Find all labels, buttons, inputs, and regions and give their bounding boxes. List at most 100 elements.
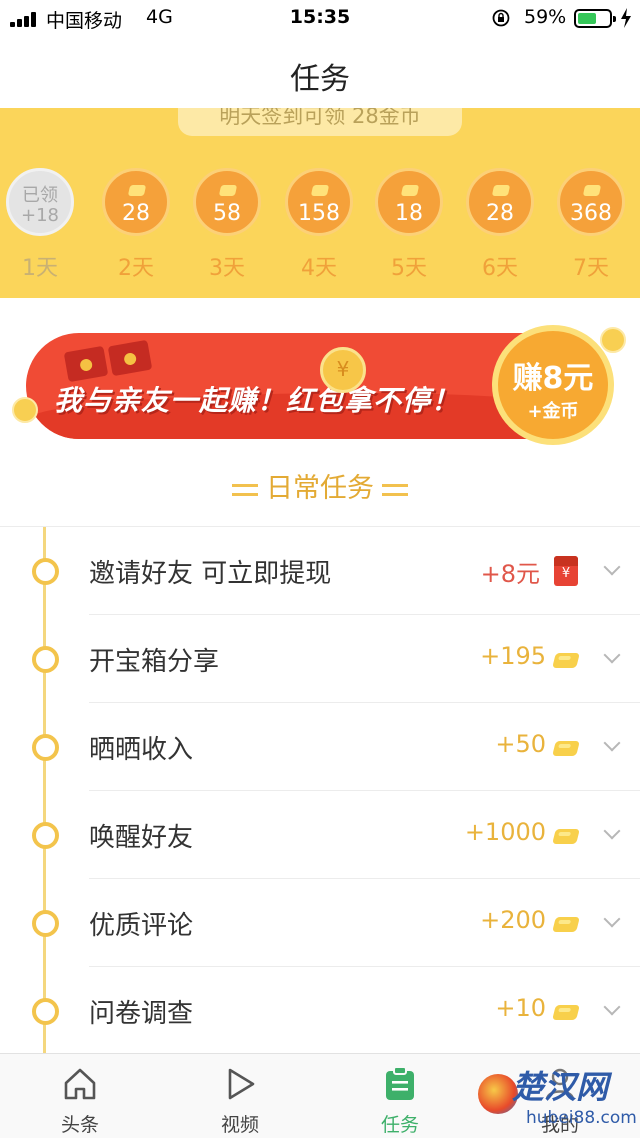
task-name: 优质评论 <box>89 911 194 941</box>
gold-bar-icon <box>218 185 238 196</box>
banner-sub: +金币 <box>527 401 579 422</box>
home-icon <box>64 1068 96 1100</box>
task-name: 邀请好友 可立即提现 <box>89 559 332 589</box>
tab-headlines[interactable]: 头条 <box>0 1054 160 1138</box>
task-row[interactable]: 开宝箱分享 +195 <box>0 615 640 703</box>
chevron-down-icon[interactable] <box>603 558 621 576</box>
checkin-coin-value: 368 <box>570 201 612 226</box>
coin-icon <box>12 397 38 423</box>
battery-icon <box>574 9 616 28</box>
chevron-down-icon[interactable] <box>603 734 621 752</box>
watermark-domain: hubei88.com <box>526 1108 637 1128</box>
checkin-coin: 158 <box>285 168 353 236</box>
tab-label: 视频 <box>220 1114 259 1136</box>
task-name: 问卷调查 <box>89 999 194 1029</box>
checkin-coin-value: 18 <box>395 201 423 226</box>
checkin-day-label: 3天 <box>209 256 245 281</box>
chevron-down-icon[interactable] <box>603 998 621 1016</box>
chevron-down-icon[interactable] <box>603 910 621 928</box>
banner-slogan: 我与亲友一起赚！红包拿不停！ <box>54 384 461 417</box>
gold-bar-icon <box>582 185 602 196</box>
checkin-day-5[interactable]: 18 5天 <box>374 168 444 282</box>
tab-tasks[interactable]: 任务 <box>320 1054 480 1138</box>
checkin-day-label: 6天 <box>482 256 518 281</box>
timeline-dot <box>32 558 59 585</box>
checkin-coin-value: 158 <box>298 201 340 226</box>
task-name: 晒晒收入 <box>89 735 194 765</box>
timeline-dot <box>32 646 59 673</box>
clipboard-icon <box>386 1066 414 1100</box>
heading-decoration <box>232 483 258 496</box>
gold-coin-icon <box>552 917 580 932</box>
checkin-ribbon: 明天签到可领 28金币 <box>178 108 462 136</box>
gold-coin-icon <box>552 829 580 844</box>
tab-label: 头条 <box>60 1114 99 1136</box>
timeline-dot <box>32 910 59 937</box>
page-title: 任务 <box>290 62 350 97</box>
checkin-day-label: 1天 <box>22 256 58 281</box>
timeline-dot <box>32 734 59 761</box>
banner-reward-badge[interactable]: 赚8元 +金币 <box>492 325 614 445</box>
checkin-panel: 明天签到可领 28金币 已领 +18 1天 28 2天 58 3天 158 4天… <box>0 108 640 298</box>
checkin-coin: 28 <box>102 168 170 236</box>
task-reward: +10 <box>495 994 546 1022</box>
task-row[interactable]: 问卷调查 +10 <box>0 967 640 1053</box>
task-reward: +1000 <box>464 818 546 846</box>
task-row[interactable]: 晒晒收入 +50 <box>0 703 640 791</box>
section-title-text: 日常任务 <box>266 473 374 504</box>
chevron-down-icon[interactable] <box>603 646 621 664</box>
checkin-coin-claimed: 已领 +18 <box>6 168 74 236</box>
checkin-coin: 58 <box>193 168 261 236</box>
coin-icon <box>600 327 626 353</box>
status-bar: 中国移动 4G 15:35 59% <box>0 0 640 36</box>
checkin-coin-value: 58 <box>213 201 241 226</box>
invite-banner[interactable]: 我与亲友一起赚！红包拿不停！ ¥ 赚8元 +金币 <box>12 325 626 445</box>
task-row[interactable]: 唤醒好友 +1000 <box>0 791 640 879</box>
task-name: 开宝箱分享 <box>89 647 220 677</box>
task-list: 邀请好友 可立即提现 +8元 ¥ 开宝箱分享 +195 晒晒收入 +50 唤醒好… <box>0 526 640 1053</box>
charging-icon <box>621 8 631 28</box>
section-heading: 日常任务 <box>0 466 640 505</box>
task-reward: +195 <box>480 642 546 670</box>
gold-coin-icon <box>552 741 580 756</box>
yuan-coin-icon: ¥ <box>320 347 366 393</box>
battery-percent: 59% <box>524 6 567 28</box>
watermark-brand: 楚汉网 <box>512 1068 609 1106</box>
heading-decoration <box>382 483 408 496</box>
checkin-day-2[interactable]: 28 2天 <box>101 168 171 282</box>
timeline-dot <box>32 998 59 1025</box>
checkin-day-7[interactable]: 368 7天 <box>556 168 626 282</box>
checkin-day-label: 4天 <box>301 256 337 281</box>
banner-amount: 赚8元 <box>512 361 594 396</box>
task-row[interactable]: 优质评论 +200 <box>0 879 640 967</box>
red-envelope-icon <box>107 339 153 377</box>
checkin-coin: 368 <box>557 168 625 236</box>
task-row[interactable]: 邀请好友 可立即提现 +8元 ¥ <box>0 527 640 615</box>
checkin-coin: 28 <box>466 168 534 236</box>
gold-bar-icon <box>400 185 420 196</box>
task-name: 唤醒好友 <box>89 823 194 853</box>
watermark: 楚汉网 hubei88.com <box>476 1062 640 1136</box>
tab-video[interactable]: 视频 <box>160 1054 320 1138</box>
checkin-day-3[interactable]: 58 3天 <box>192 168 262 282</box>
checkin-day-label: 7天 <box>573 256 609 281</box>
task-reward: +8元 <box>480 560 540 588</box>
checkin-day-6[interactable]: 28 6天 <box>465 168 535 282</box>
gold-coin-icon <box>552 1005 580 1020</box>
checkin-day-4[interactable]: 158 4天 <box>284 168 354 282</box>
checkin-day-label: 2天 <box>118 256 154 281</box>
play-icon <box>228 1068 255 1100</box>
gold-bar-icon <box>127 185 147 196</box>
checkin-day-1[interactable]: 已领 +18 1天 <box>5 168 75 282</box>
checkin-coin-value: 28 <box>122 201 150 226</box>
chevron-down-icon[interactable] <box>603 822 621 840</box>
red-envelope-icon: ¥ <box>554 556 578 586</box>
red-envelope-icon <box>63 345 109 383</box>
gold-bar-icon <box>310 185 330 196</box>
checkin-coin: 18 <box>375 168 443 236</box>
claimed-label: 已领 <box>22 185 58 206</box>
task-reward: +200 <box>480 906 546 934</box>
timeline-dot <box>32 822 59 849</box>
gold-bar-icon <box>491 185 511 196</box>
gold-coin-icon <box>552 653 580 668</box>
